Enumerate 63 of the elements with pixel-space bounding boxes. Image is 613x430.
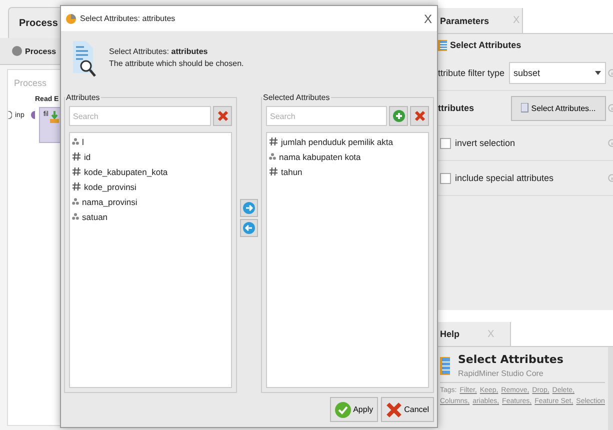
param-label: ttribute filter type: [438, 68, 505, 78]
operator-title: Select Attributes: [450, 40, 522, 50]
list-icon: [438, 40, 447, 50]
attribute-name[interactable]: satuan: [82, 212, 108, 222]
hash-icon: [72, 182, 81, 191]
attribute-name[interactable]: jumlah penduduk pemilik akta: [281, 136, 393, 146]
attribute-name[interactable]: nama kabupaten kota: [279, 152, 361, 162]
left-arrow-icon: [243, 222, 255, 234]
breadcrumb[interactable]: Process: [25, 46, 56, 56]
param-label: include special attributes: [455, 173, 555, 183]
remove-selected-button[interactable]: [240, 219, 258, 237]
add-button[interactable]: [389, 106, 408, 126]
help-title: Select Attributes: [458, 353, 564, 366]
canvas-label: Process: [14, 78, 48, 88]
cancel-button[interactable]: Cancel: [381, 397, 434, 422]
group-title: Selected Attributes: [262, 93, 331, 102]
delete-icon: [216, 110, 228, 122]
right-arrow-icon: [243, 202, 255, 214]
process-icon: [12, 46, 22, 56]
dropdown-icon: [595, 71, 601, 75]
download-icon: [50, 111, 60, 123]
app-icon: [66, 14, 76, 24]
attribute-name[interactable]: nama_provinsi: [82, 196, 138, 206]
hash-icon: [72, 152, 81, 161]
port-icon: [28, 111, 36, 119]
dots-icon: [72, 138, 79, 145]
dots-icon: [72, 213, 79, 220]
hash-icon: [269, 137, 278, 146]
close-icon[interactable]: X: [424, 12, 432, 26]
search-field[interactable]: Search: [69, 106, 211, 126]
scrollbar[interactable]: [608, 347, 613, 430]
help-subtitle: RapidMiner Studio Core: [458, 369, 544, 378]
group-title: Attributes: [65, 93, 101, 102]
attribute-name[interactable]: kode_provinsi: [84, 182, 136, 192]
dots-icon: [269, 153, 276, 160]
dots-icon: [72, 198, 79, 205]
param-label: invert selection: [455, 138, 516, 148]
checkmark-icon: [335, 402, 352, 418]
filter-type-select[interactable]: subset: [508, 62, 606, 84]
dialog-title: Select Attributes: attributes: [80, 14, 176, 23]
checkbox[interactable]: [440, 172, 451, 184]
dialog-heading: Select Attributes: attributes: [109, 47, 209, 56]
delete-icon: [414, 110, 426, 122]
select-attributes-button[interactable]: Select Attributes...: [511, 96, 606, 120]
checkbox[interactable]: [440, 138, 451, 148]
document-icon: [521, 103, 530, 113]
attribute-name[interactable]: kode_kabupaten_kota: [84, 166, 168, 176]
document-search-icon: [71, 39, 97, 79]
dialog-description: The attribute which should be chosen.: [109, 59, 244, 68]
apply-button[interactable]: Apply: [330, 397, 378, 422]
attribute-name[interactable]: id: [84, 152, 91, 162]
plus-icon: [392, 110, 404, 122]
hash-icon: [269, 167, 278, 176]
search-field[interactable]: Search: [266, 106, 387, 126]
clear-button[interactable]: [213, 106, 232, 126]
param-label: ttributes: [438, 103, 475, 113]
cancel-icon: [386, 402, 402, 418]
hash-icon: [72, 167, 81, 176]
list-icon: [440, 357, 450, 375]
attribute-name[interactable]: tahun: [281, 166, 302, 176]
clear-button[interactable]: [410, 106, 429, 126]
attribute-name[interactable]: l: [82, 136, 84, 146]
add-selected-button[interactable]: [240, 199, 258, 217]
